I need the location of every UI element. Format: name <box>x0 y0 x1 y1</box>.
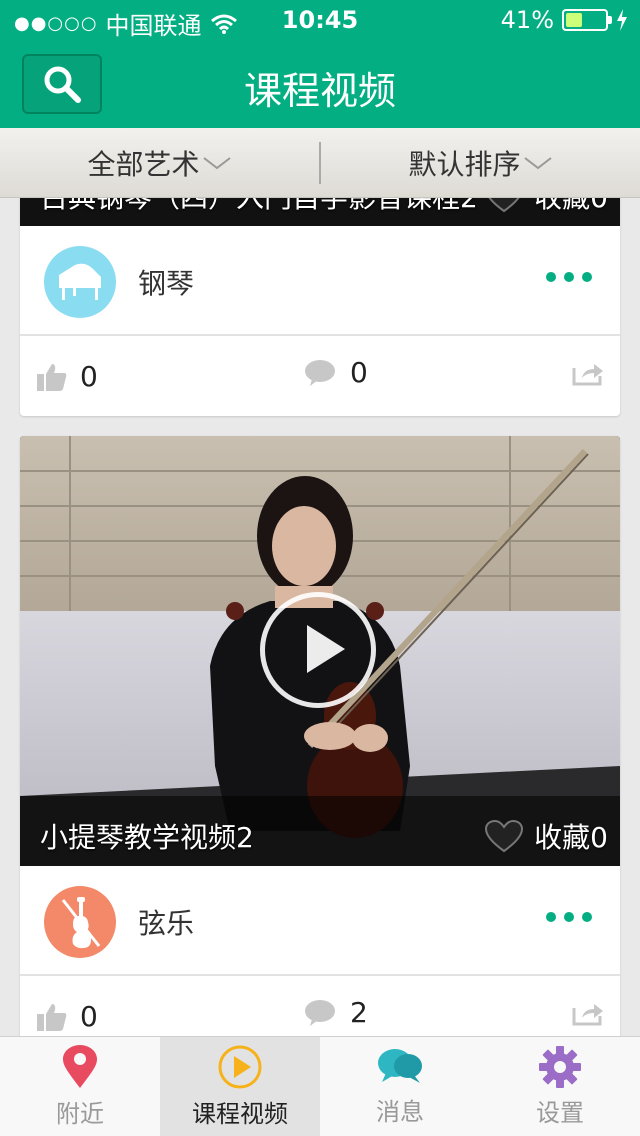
play-circle-icon <box>218 1045 262 1089</box>
video-title: 小提琴教学视频2 <box>40 821 254 854</box>
more-options-icon[interactable] <box>546 912 592 922</box>
favorite-button[interactable]: 收藏0 <box>484 816 608 856</box>
category-avatar[interactable] <box>44 886 116 958</box>
favorite-count: 收藏0 <box>534 198 608 216</box>
share-icon <box>572 364 603 386</box>
bottom-tab-bar: 附近 课程视频 消息 设置 <box>0 1036 640 1136</box>
tab-label: 消息 <box>376 1098 424 1126</box>
status-bar: ●●○○○ 中国联通 10:45 41% <box>0 0 640 40</box>
like-button[interactable]: 0 <box>36 1000 98 1033</box>
chat-bubbles-icon <box>378 1049 422 1083</box>
comment-count: 0 <box>350 356 368 389</box>
like-count: 0 <box>80 1000 98 1033</box>
chevron-down-icon <box>523 156 552 169</box>
comment-bubble-icon <box>305 999 335 1026</box>
favorite-count: 收藏0 <box>534 821 608 854</box>
action-row: 0 2 <box>20 976 620 1036</box>
sort-filter-label: 默认排序 <box>408 147 521 181</box>
video-card: 小提琴教学视频2 收藏0 弦乐 0 2 <box>20 436 620 1036</box>
video-card: 古典钢琴（四）入门自学影音课程2 收藏0 钢琴 0 <box>20 198 620 416</box>
search-icon <box>44 66 81 103</box>
gear-icon <box>539 1046 581 1088</box>
sort-filter[interactable]: 默认排序 <box>321 128 640 197</box>
category-avatar[interactable] <box>44 246 116 318</box>
chevron-down-icon <box>202 156 231 169</box>
tab-course-videos[interactable]: 课程视频 <box>160 1037 320 1136</box>
category-filter-label: 全部艺术 <box>87 147 200 181</box>
nav-header: 课程视频 <box>0 40 640 128</box>
tab-messages[interactable]: 消息 <box>320 1037 480 1136</box>
tab-label: 附近 <box>56 1100 104 1128</box>
share-button[interactable] <box>572 362 604 390</box>
violin-icon <box>61 897 101 949</box>
favorite-button[interactable]: 收藏0 <box>484 198 608 216</box>
category-filter[interactable]: 全部艺术 <box>0 128 319 197</box>
category-label: 弦乐 <box>138 907 195 940</box>
like-button[interactable]: 0 <box>36 360 98 393</box>
tab-label: 课程视频 <box>192 1100 288 1128</box>
filter-bar: 全部艺术 默认排序 <box>0 128 640 198</box>
battery-percent: 41% <box>500 6 554 34</box>
tab-nearby[interactable]: 附近 <box>0 1037 160 1136</box>
more-options-icon[interactable] <box>546 272 592 282</box>
search-button[interactable] <box>22 54 102 114</box>
thumbs-up-icon <box>37 1003 67 1031</box>
action-row: 0 0 <box>20 336 620 416</box>
video-feed[interactable]: 古典钢琴（四）入门自学影音课程2 收藏0 钢琴 0 <box>0 198 640 1036</box>
battery-icon <box>562 9 612 31</box>
video-thumbnail[interactable]: 古典钢琴（四）入门自学影音课程2 收藏0 <box>20 198 620 226</box>
video-thumbnail[interactable]: 小提琴教学视频2 收藏0 <box>20 436 620 866</box>
comment-button[interactable]: 2 <box>304 996 368 1029</box>
comment-bubble-icon <box>305 359 335 386</box>
charging-icon <box>617 9 627 31</box>
like-count: 0 <box>80 360 98 393</box>
comment-button[interactable]: 0 <box>304 356 368 389</box>
category-row: 弦乐 <box>20 866 620 976</box>
comment-count: 2 <box>350 996 368 1029</box>
share-icon <box>572 1004 603 1026</box>
piano-icon <box>59 263 101 300</box>
share-button[interactable] <box>572 1002 604 1030</box>
location-pin-icon <box>63 1045 97 1088</box>
tab-settings[interactable]: 设置 <box>480 1037 640 1136</box>
heart-icon <box>488 198 520 213</box>
video-title: 古典钢琴（四）入门自学影音课程2 <box>40 198 478 216</box>
thumbs-up-icon <box>37 363 67 391</box>
play-icon[interactable] <box>260 592 376 708</box>
category-label: 钢琴 <box>138 267 195 300</box>
heart-icon <box>485 819 524 853</box>
tab-label: 设置 <box>536 1099 584 1127</box>
category-row: 钢琴 <box>20 226 620 336</box>
